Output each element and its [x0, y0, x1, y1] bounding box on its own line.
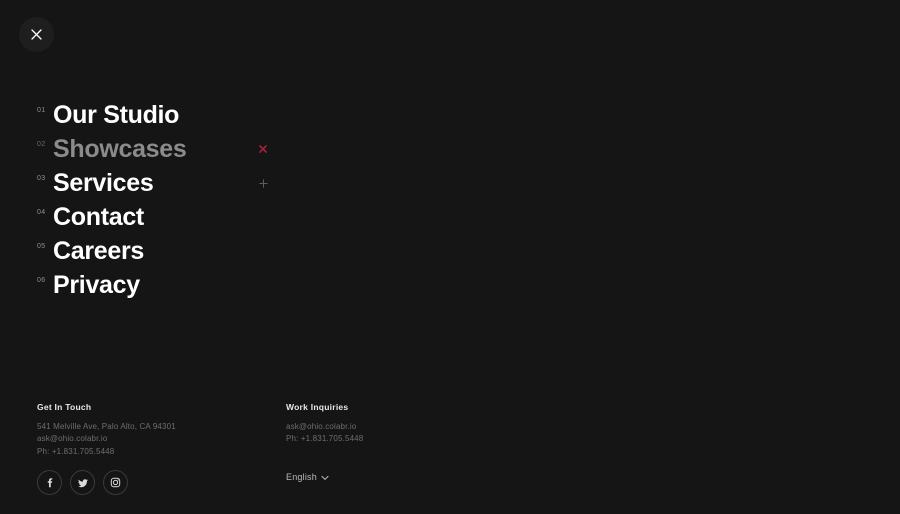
close-icon — [31, 29, 42, 40]
twitter-icon — [77, 477, 89, 489]
nav-index: 06 — [37, 277, 46, 284]
nav-index: 02 — [37, 141, 46, 148]
social-link-facebook[interactable] — [37, 470, 62, 495]
nav-item-services[interactable]: 03 Services — [37, 168, 297, 202]
work-inquiries-heading: Work Inquiries — [286, 402, 349, 412]
nav-item-privacy[interactable]: 06 Privacy — [37, 270, 297, 304]
nav-item-label: Careers — [53, 237, 145, 265]
get-in-touch-email[interactable]: ask@ohio.colabr.io — [37, 433, 286, 446]
cross-marker-icon — [257, 143, 269, 155]
nav-item-label: Services — [53, 169, 154, 197]
language-selector[interactable]: English — [286, 473, 329, 482]
get-in-touch-phone[interactable]: Ph: +1.831.705.5448 — [37, 446, 286, 459]
plus-marker-icon[interactable] — [257, 177, 269, 189]
social-link-twitter[interactable] — [70, 470, 95, 495]
nav-index: 01 — [37, 107, 46, 114]
social-link-instagram[interactable] — [103, 470, 128, 495]
get-in-touch-heading: Get In Touch — [37, 402, 92, 412]
nav-item-label: Contact — [53, 203, 144, 231]
nav-item-showcases[interactable]: 02 Showcases — [37, 134, 297, 168]
nav-item-contact[interactable]: 04 Contact — [37, 202, 297, 236]
main-navigation: 01 Our Studio 02 Showcases 03 Services 0… — [37, 100, 297, 304]
footer: Get In Touch 541 Melville Ave, Palo Alto… — [37, 403, 857, 458]
close-menu-button[interactable] — [19, 17, 54, 52]
nav-item-label: Privacy — [53, 271, 140, 299]
facebook-icon — [44, 477, 55, 488]
nav-index: 03 — [37, 175, 46, 182]
nav-item-careers[interactable]: 05 Careers — [37, 236, 297, 270]
chevron-down-icon — [321, 475, 329, 481]
nav-index: 05 — [37, 243, 46, 250]
footer-column-work-inquiries: Work Inquiries ask@ohio.colabr.io Ph: +1… — [286, 403, 546, 458]
nav-item-label: Our Studio — [53, 101, 180, 129]
work-inquiries-email[interactable]: ask@ohio.colabr.io — [286, 421, 546, 434]
nav-item-our-studio[interactable]: 01 Our Studio — [37, 100, 297, 134]
get-in-touch-address: 541 Melville Ave, Palo Alto, CA 94301 — [37, 421, 176, 431]
footer-column-get-in-touch: Get In Touch 541 Melville Ave, Palo Alto… — [37, 403, 286, 458]
instagram-icon — [110, 477, 121, 488]
nav-index: 04 — [37, 209, 46, 216]
language-selector-label: English — [286, 472, 317, 482]
nav-item-label: Showcases — [53, 135, 187, 163]
work-inquiries-phone[interactable]: Ph: +1.831.705.5448 — [286, 433, 546, 446]
social-links — [37, 470, 128, 495]
